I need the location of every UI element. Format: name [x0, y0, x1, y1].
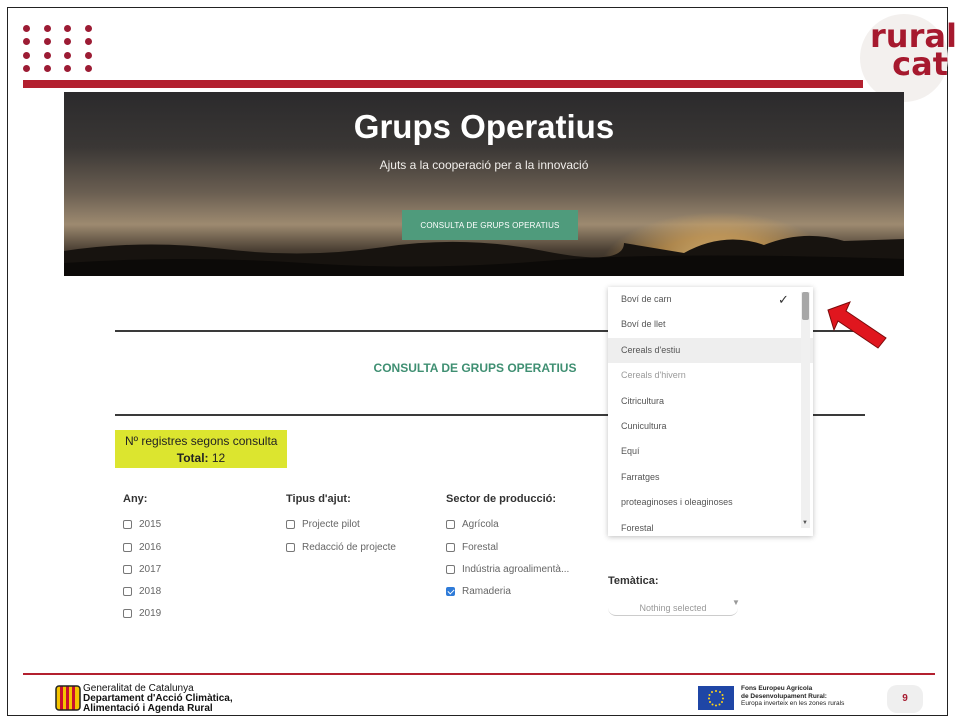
dropdown-item[interactable]: proteaginoses i oleaginoses	[608, 490, 813, 515]
header-rule	[23, 80, 863, 88]
chevron-down-icon[interactable]: ▼	[732, 598, 740, 607]
checkbox-icon[interactable]	[123, 543, 132, 552]
checkbox-icon[interactable]	[286, 543, 295, 552]
tipus-projecte-pilot-checkbox[interactable]: Projecte pilot	[286, 519, 360, 530]
checkbox-icon[interactable]	[123, 565, 132, 574]
scroll-down-arrow-icon[interactable]: ▼	[802, 520, 808, 526]
checkbox-icon[interactable]	[123, 609, 132, 618]
sector-agricola-checkbox[interactable]: Agrícola	[446, 519, 499, 530]
section-title: CONSULTA DE GRUPS OPERATIUS	[373, 361, 577, 375]
tipus-redaccio-checkbox[interactable]: Redacció de projecte	[286, 542, 396, 553]
any-2017-checkbox[interactable]: 2017	[123, 564, 161, 575]
any-2015-checkbox[interactable]: 2015	[123, 519, 161, 530]
dropdown-item[interactable]: Cereals d'hivern	[608, 363, 813, 388]
filter-any-label: Any:	[123, 493, 148, 505]
dropdown-item[interactable]: Cereals d'estiu	[608, 337, 813, 364]
results-count-box: Nº registres segons consulta Total: 12	[115, 430, 287, 468]
dropdown-item[interactable]: Cunicultura	[608, 414, 813, 439]
hero-subtitle: Ajuts a la cooperació per a la innovació	[379, 158, 589, 172]
checkbox-icon[interactable]	[446, 520, 455, 529]
checkbox-icon[interactable]	[446, 543, 455, 552]
subsector-dropdown-menu[interactable]: Boví de carn ✓ Boví de llet Cereals d'est…	[608, 287, 813, 536]
footer-rule	[23, 673, 935, 675]
generalitat-text: Generalitat de Catalunya Departament d'A…	[83, 683, 233, 714]
checkbox-icon[interactable]	[123, 520, 132, 529]
results-total: Total: 12	[176, 451, 226, 465]
any-2016-checkbox[interactable]: 2016	[123, 542, 161, 553]
filter-tematica-label: Temàtica:	[608, 575, 659, 587]
dropdown-item[interactable]: Equí	[608, 439, 813, 464]
filter-sector-label: Sector de producció:	[446, 493, 557, 505]
dropdown-scroll-thumb[interactable]	[802, 292, 809, 320]
generalitat-logo-icon	[55, 685, 81, 711]
hero-banner: Grups Operatius Ajuts a la cooperació pe…	[64, 92, 904, 276]
red-arrow-icon	[827, 301, 887, 349]
any-2018-checkbox[interactable]: 2018	[123, 586, 161, 597]
checkbox-checked-icon[interactable]	[446, 587, 455, 596]
sector-forestal-checkbox[interactable]: Forestal	[446, 542, 498, 553]
consulta-button[interactable]: CONSULTA DE GRUPS OPERATIUS	[402, 210, 578, 240]
dropdown-item[interactable]: Boví de llet	[608, 312, 813, 337]
dropdown-item[interactable]: Farratges	[608, 465, 813, 490]
dropdown-item[interactable]: Citricultura	[608, 389, 813, 414]
page-number: 9	[887, 685, 923, 713]
dropdown-item[interactable]: Boví de carn ✓	[608, 287, 813, 312]
sector-ramaderia-checkbox[interactable]: Ramaderia	[446, 586, 511, 597]
checkbox-icon[interactable]	[446, 565, 455, 574]
tematica-select[interactable]: Nothing selected	[608, 601, 738, 616]
sector-industria-checkbox[interactable]: Indústria agroalimentà...	[446, 564, 569, 575]
eu-flag-icon	[698, 686, 734, 710]
checkbox-icon[interactable]	[286, 520, 295, 529]
ruralcat-logo-text: rural cat	[870, 17, 955, 83]
results-label: Nº registres segons consulta	[125, 434, 278, 448]
feader-text: Fons Europeu Agrícola de Desenvolupament…	[741, 685, 845, 707]
check-icon: ✓	[778, 292, 789, 307]
dropdown-scrollbar[interactable]	[801, 292, 810, 528]
hero-title: Grups Operatius	[353, 108, 615, 145]
any-2019-checkbox[interactable]: 2019	[123, 608, 161, 619]
filter-tipus-label: Tipus d'ajut:	[286, 493, 351, 505]
dropdown-item[interactable]: Forestal	[608, 516, 813, 536]
dots-logo-icon	[23, 25, 99, 73]
checkbox-icon[interactable]	[123, 587, 132, 596]
